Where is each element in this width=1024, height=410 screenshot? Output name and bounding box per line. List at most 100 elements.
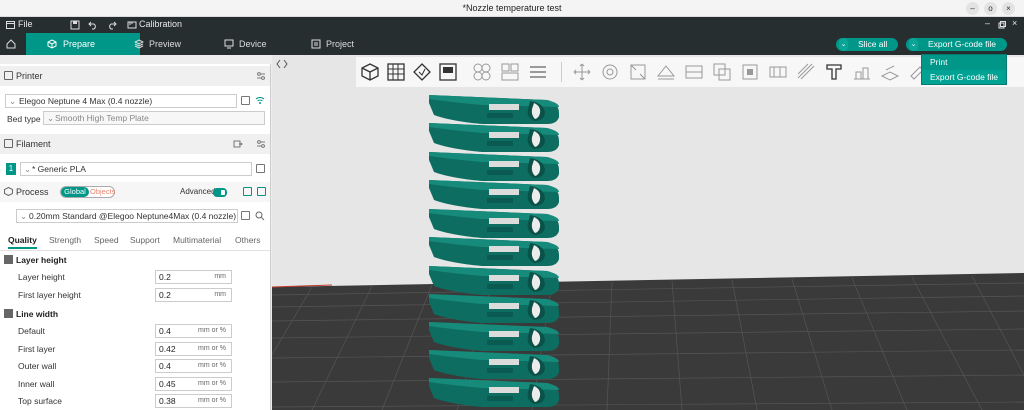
tab-device-label: Device [239,39,267,49]
slice-all-button[interactable]: ⌄ Slice all [836,38,898,51]
menu-item-print[interactable]: Print [922,55,1006,69]
split-objects-icon[interactable] [472,62,492,82]
menu-item-export-gcode[interactable]: Export G-code file [922,70,1006,84]
line-width-default-input[interactable]: 0.4 mm or % [155,324,232,338]
printer-section-label: Printer [16,71,43,81]
line-width-inner-wall-label: Inner wall [18,379,55,389]
divider [0,250,270,251]
tab-preview[interactable]: Preview [134,33,214,55]
minimize-inner-icon[interactable]: – [985,18,990,28]
restore-icon[interactable] [998,21,1006,29]
home-tab[interactable] [0,33,22,55]
subtab-multimaterial[interactable]: Multimaterial [173,235,221,245]
cut-icon[interactable] [684,62,704,82]
subtab-speed[interactable]: Speed [94,235,119,245]
advanced-switch[interactable] [213,188,227,197]
file-menu[interactable]: File [18,19,33,29]
split-parts-icon[interactable] [500,62,520,82]
line-width-outer-wall-input[interactable]: 0.4 mm or % [155,359,232,373]
filament-edit-icon[interactable] [256,164,265,173]
layer-height-input[interactable]: 0.2 mm [155,270,232,284]
add-object-icon[interactable] [360,62,380,82]
chevron-down-icon[interactable]: ⌄ [839,38,848,51]
close-button[interactable]: × [1002,2,1015,15]
printer-settings-icon[interactable] [256,71,266,81]
line-width-group: Line width [0,307,270,321]
monitor-icon [224,39,234,49]
line-width-first-layer-input[interactable]: 0.42 mm or % [155,342,232,356]
search-icon[interactable] [255,211,265,221]
export-gcode-button[interactable]: ⌄ Export G-code file [906,38,1007,51]
calibration-menu[interactable]: Calibration [139,19,182,29]
close-inner-icon[interactable]: × [1012,18,1017,28]
redo-icon[interactable] [107,20,117,30]
global-objects-toggle[interactable]: Global Objects [60,186,115,198]
process-settings-icon[interactable] [257,187,266,196]
line-width-top-surface-input[interactable]: 0.38 mm or % [155,394,232,408]
menubar: File Calibration – × [0,17,1024,33]
collapse-sidebar-icon[interactable] [275,57,289,71]
process-compare-icon[interactable] [243,187,252,196]
move-icon[interactable] [572,62,592,82]
maximize-button[interactable]: o [984,2,997,15]
process-preset-select[interactable]: ⌄ 0.20mm Standard @Elegoo Neptune4Max (0… [16,209,238,223]
layer-height-label: Layer height [18,272,65,282]
export-dropdown-menu: Print Export G-code file [921,54,1007,85]
bed-type-label: Bed type [7,114,41,124]
subtab-quality[interactable]: Quality [8,235,37,249]
add-plate-icon[interactable] [386,62,406,82]
line-width-default-label: Default [18,326,45,336]
measure-icon[interactable] [852,62,872,82]
tab-project[interactable]: Project [311,33,381,55]
lay-on-face-icon[interactable] [656,62,676,82]
seam-painting-icon[interactable] [768,62,788,82]
fuzzy-skin-icon[interactable] [796,62,816,82]
save-icon[interactable] [70,20,80,30]
tab-prepare[interactable]: Prepare [26,33,140,55]
wifi-icon[interactable] [255,95,265,105]
temperature-tower-model[interactable] [422,91,562,410]
tab-project-label: Project [326,39,355,49]
tab-device[interactable]: Device [224,33,294,55]
process-section-header[interactable]: Process Global Objects Advanced [0,182,270,202]
line-width-outer-wall-label: Outer wall [18,361,57,371]
support-painting-icon[interactable] [740,62,760,82]
undo-icon[interactable] [88,20,98,30]
filament-settings-icon[interactable] [256,139,266,149]
main-tabbar: Prepare Preview Device Project ⌄ Slice a… [0,33,1024,55]
orient-icon[interactable] [412,62,432,82]
layer-height-icon [4,255,13,264]
calibration-icon[interactable] [127,20,137,30]
minimize-button[interactable]: – [966,2,979,15]
subtab-others[interactable]: Others [235,235,261,245]
filament-add-icon[interactable] [233,139,243,149]
assembly-icon[interactable] [880,62,900,82]
file-menu-icon[interactable] [6,21,15,29]
line-width-inner-wall-input[interactable]: 0.45 mm or % [155,377,232,391]
global-toggle[interactable]: Global [61,187,89,197]
rotate-icon[interactable] [600,62,620,82]
text-icon[interactable] [824,62,844,82]
filament-index-badge[interactable]: 1 [6,163,16,175]
filament-select[interactable]: ⌄ * Generic PLA [20,162,252,176]
chevron-down-icon: ⌄ [9,96,17,106]
build-plate [272,273,1024,410]
objects-toggle[interactable]: Objects [90,187,115,197]
edit-icon[interactable] [241,96,250,105]
printer-select[interactable]: ⌄ Elegoo Neptune 4 Max (0.4 nozzle) [5,94,237,108]
window-titlebar: *Nozzle temperature test – o × [0,0,1024,17]
subtab-strength[interactable]: Strength [49,235,81,245]
line-width-top-surface-label: Top surface [18,396,62,406]
save-preset-icon[interactable] [241,211,250,220]
bed-type-select[interactable]: ⌄ Smooth High Temp Plate [43,111,265,125]
first-layer-height-input[interactable]: 0.2 mm [155,288,232,302]
scale-icon[interactable] [628,62,648,82]
mesh-boolean-icon[interactable] [712,62,732,82]
filament-section-header[interactable]: Filament [0,134,270,154]
printer-section-header[interactable]: Printer [0,66,270,86]
subtab-support[interactable]: Support [130,235,160,245]
layers-editing-icon[interactable] [528,62,548,82]
3d-viewport[interactable] [272,55,1024,410]
chevron-down-icon[interactable]: ⌄ [909,38,918,51]
arrange-icon[interactable] [438,62,458,82]
